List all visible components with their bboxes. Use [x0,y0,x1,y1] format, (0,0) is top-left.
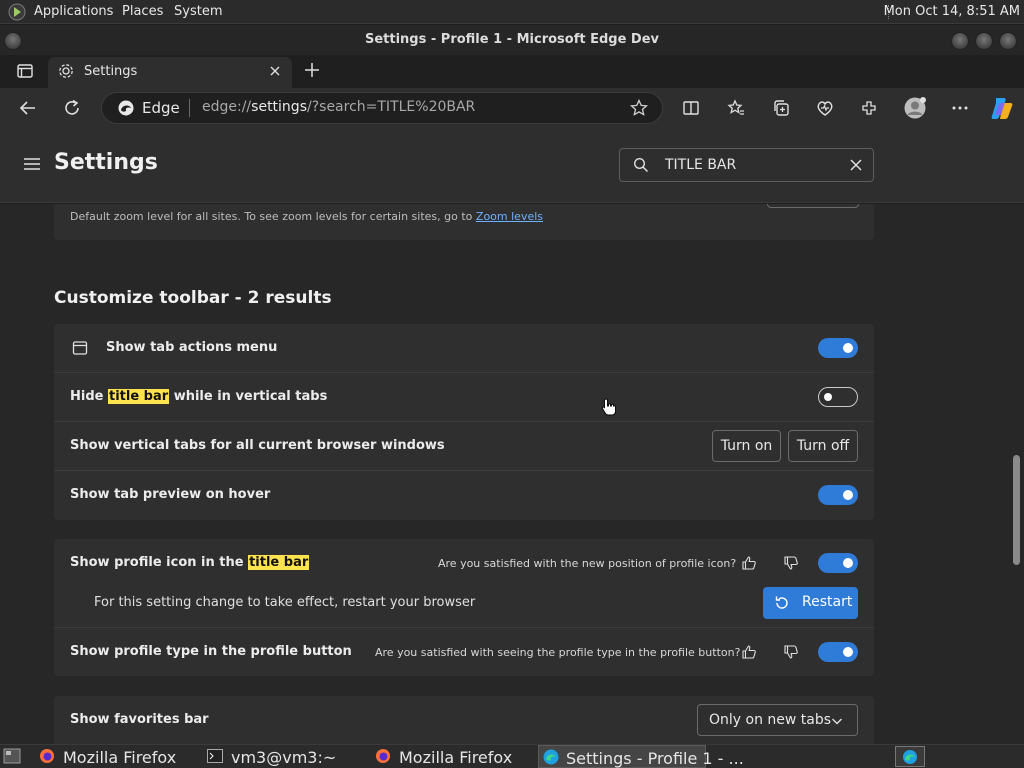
copilot-icon[interactable] [989,95,1015,121]
taskbar-item-firefox-2[interactable]: Mozilla Firefox [372,745,532,768]
favorites-bar-select-value: Only on new tabs [709,712,832,728]
taskbar-item-terminal[interactable]: vm3@vm3:~ [204,745,364,768]
url-brand-label: Edge [142,99,180,117]
thumbs-down-icon[interactable] [783,644,799,660]
zoom-select[interactable] [767,204,859,208]
gnome-foot-icon[interactable] [8,3,26,21]
new-tab-icon[interactable] [303,61,321,79]
workspace-switcher[interactable] [895,746,925,767]
profile-icon-feedback-question: Are you satisfied with the new position … [438,557,737,570]
close-window-button[interactable] [999,32,1017,50]
url-divider [189,99,190,117]
vertical-tabs-label: Show vertical tabs for all current brows… [70,438,445,453]
restart-button-label: Restart [802,594,853,610]
minimize-button[interactable] [951,32,969,50]
profile-icon-title-bar-label: Show profile icon in the title bar [70,555,310,570]
edge-logo-icon [118,100,134,116]
tab-actions-icon[interactable] [16,62,34,80]
terminal-icon [207,749,223,763]
menu-places[interactable]: Places [122,4,163,19]
profile-icon-toggle[interactable] [818,553,858,573]
favorite-star-icon[interactable] [629,98,649,118]
hamburger-menu-icon[interactable] [23,156,41,172]
tab-title: Settings [84,64,138,79]
hide-title-bar-toggle[interactable] [818,387,858,407]
firefox-icon [40,749,54,763]
chevron-down-icon [832,718,842,725]
profile-type-toggle[interactable] [818,642,858,662]
split-screen-icon[interactable] [681,98,701,118]
zoom-description: Default zoom level for all sites. To see… [70,210,544,223]
hand-cursor-icon [601,398,616,416]
extensions-icon[interactable] [859,98,879,118]
taskbar-item-edge-settings[interactable]: Settings - Profile 1 - ... [538,745,744,768]
search-value: TITLE BAR [665,157,737,173]
hide-title-bar-label: Hide title bar while in vertical tabs [70,389,328,404]
row-divider [54,372,874,373]
page-scrollbar-thumb[interactable] [1013,455,1020,565]
thumbs-up-icon[interactable] [741,644,757,660]
row-divider [54,421,874,422]
profile-type-label: Show profile type in the profile button [70,644,352,659]
taskbar-item-firefox-1[interactable]: Mozilla Firefox [35,745,195,768]
tab-preview-label: Show tab preview on hover [70,487,271,502]
restart-notice-text: For this setting change to take effect, … [94,595,476,610]
clear-search-icon[interactable] [849,158,863,172]
row-divider [54,470,874,471]
maximize-button[interactable] [975,32,993,50]
turn-off-button[interactable]: Turn off [788,430,858,462]
collections-icon[interactable] [771,98,791,118]
zoom-levels-link[interactable]: Zoom levels [476,210,543,223]
url-text[interactable]: edge://settings/?search=TITLE%20BAR [202,99,475,115]
thumbs-down-icon[interactable] [783,555,799,571]
firefox-icon [376,749,390,763]
more-menu-icon[interactable] [950,98,970,118]
tab-actions-toggle[interactable] [818,338,858,358]
close-tab-icon[interactable] [269,65,281,77]
browser-essentials-icon[interactable] [815,98,835,118]
menu-system[interactable]: System [174,4,222,19]
window-menu-button[interactable] [4,32,22,50]
settings-content: Default zoom level for all sites. To see… [0,204,1024,744]
tab-actions-menu-icon [72,341,88,355]
favorites-bar-select[interactable]: Only on new tabs [697,704,858,736]
section-title: Customize toolbar - 2 results [54,288,332,308]
edge-icon [543,749,559,765]
refresh-icon[interactable] [62,98,82,118]
show-desktop-icon[interactable] [3,747,21,765]
row-divider [54,627,874,628]
show-favorites-bar-label: Show favorites bar [70,712,209,727]
restart-icon [775,596,788,609]
page-title: Settings [54,150,158,175]
back-arrow-icon[interactable] [18,98,38,118]
thumbs-up-icon[interactable] [741,555,757,571]
panel-clock[interactable]: Mon Oct 14, 8:51 AM [884,4,1020,19]
edge-icon [903,750,917,764]
settings-search-input[interactable] [619,148,874,182]
profile-avatar-icon[interactable] [903,96,927,120]
profile-type-feedback-question: Are you satisfied with seeing the profil… [375,646,741,659]
window-titlebar[interactable]: Settings - Profile 1 - Microsoft Edge De… [0,25,1024,55]
show-tab-actions-label: Show tab actions menu [106,340,278,355]
tab-preview-toggle[interactable] [818,485,858,505]
menu-applications[interactable]: Applications [34,4,113,19]
window-title: Settings - Profile 1 - Microsoft Edge De… [364,32,660,47]
search-icon [633,157,649,173]
top-panel: Applications Places System Mon Oct 14, 8… [0,0,1024,24]
restart-button[interactable]: Restart [763,587,858,619]
gear-icon [59,64,73,78]
favorites-icon[interactable] [726,98,746,118]
turn-on-button[interactable]: Turn on [712,430,781,462]
